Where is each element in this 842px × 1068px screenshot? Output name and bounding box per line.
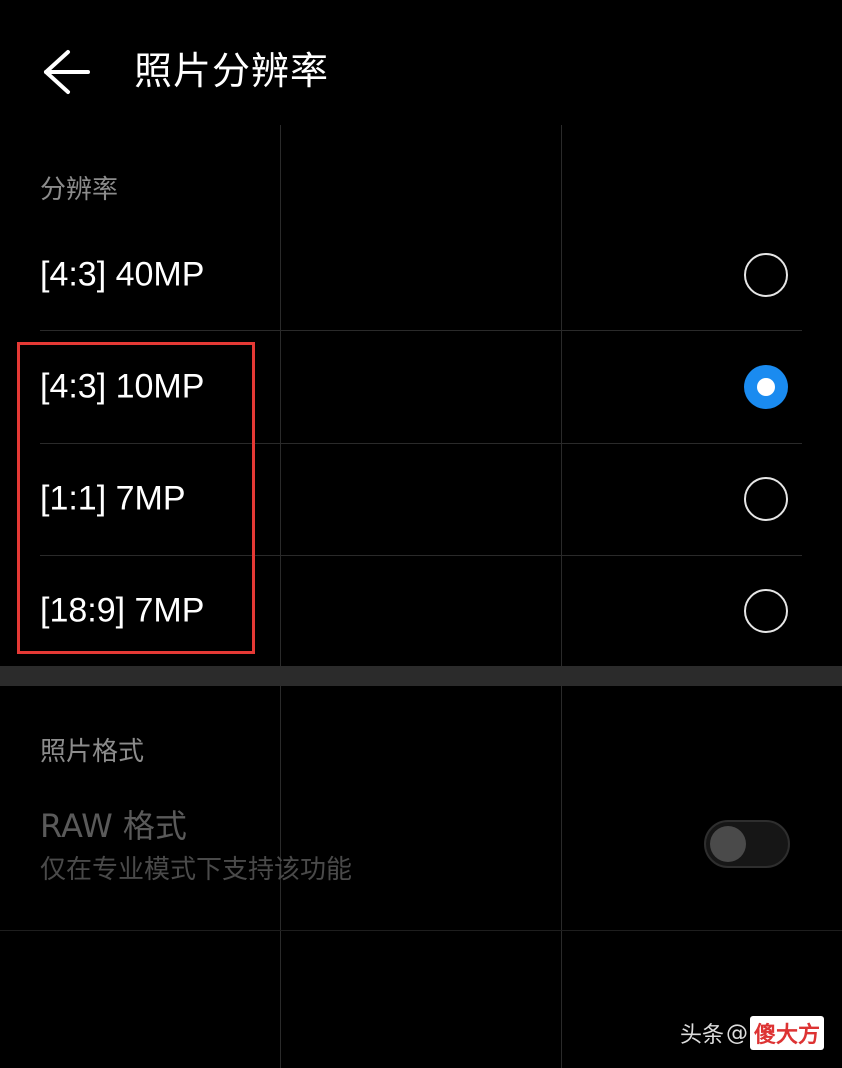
watermark-source: 头条 (679, 1023, 724, 1048)
section-label-format: 照片格式 (40, 737, 145, 767)
radio-button-selected[interactable] (744, 365, 788, 409)
section-separator (0, 666, 842, 686)
highlight-annotation-box (17, 342, 255, 654)
grid-line (0, 930, 842, 931)
radio-button[interactable] (744, 477, 788, 521)
raw-format-toggle[interactable] (704, 820, 790, 868)
raw-format-title: RAW 格式 (40, 807, 187, 845)
divider (40, 330, 802, 331)
arrow-left-icon[interactable] (40, 46, 92, 98)
app-header: 照片分辨率 (0, 0, 842, 125)
section-label-resolution: 分辨率 (40, 175, 119, 205)
radio-button[interactable] (744, 589, 788, 633)
watermark-badge: 傻大方 (749, 1016, 824, 1050)
toggle-knob (710, 826, 746, 862)
watermark-at: @ (725, 1020, 748, 1046)
page-title: 照片分辨率 (134, 49, 330, 93)
watermark: 头条 @ 傻大方 (680, 1016, 824, 1050)
raw-format-subtitle: 仅在专业模式下支持该功能 (40, 855, 353, 885)
option-label: [4:3] 40MP (40, 255, 205, 294)
radio-button[interactable] (744, 253, 788, 297)
resolution-option-40mp[interactable]: [4:3] 40MP (0, 220, 842, 330)
